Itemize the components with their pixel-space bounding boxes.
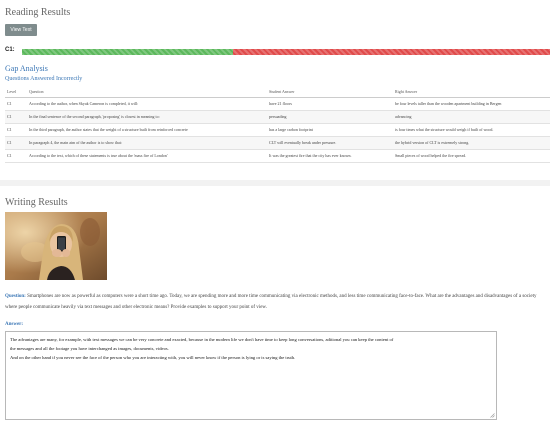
cell-student-answer: has a large carbon footprint xyxy=(267,123,393,137)
header-right-answer: Right Answer xyxy=(393,87,550,98)
cell-right-answer: advancing xyxy=(393,110,550,124)
cell-right-answer: the hybrid version of CLT is extremely s… xyxy=(393,136,550,150)
cell-question: In the third paragraph, the author state… xyxy=(27,123,267,137)
cell-level: C1 xyxy=(5,123,27,137)
reading-results-panel: Reading Results View Text C1: Gap Analys… xyxy=(0,0,550,180)
cell-student-answer: It was the greatest fire that the city h… xyxy=(267,149,393,163)
table-row: C1 According to the text, which of these… xyxy=(5,149,550,163)
cell-question: In paragraph 4, the main aim of the auth… xyxy=(27,136,267,150)
incorrect-questions-table: Level Question Student Answer Right Answ… xyxy=(5,87,550,163)
cell-right-answer: Small pieces of wood helped the fire spr… xyxy=(393,149,550,163)
woman-with-smartphone-image xyxy=(5,212,107,280)
writing-question: Question: Smartphones are now as powerfu… xyxy=(5,291,545,313)
question-photo xyxy=(5,212,107,280)
writing-results-panel: Writing Results Question: Smartphones ar… xyxy=(0,186,550,430)
cell-student-answer: persuading xyxy=(267,110,393,124)
reading-results-title: Reading Results xyxy=(5,7,71,18)
table-row: C1 In paragraph 4, the main aim of the a… xyxy=(5,136,550,150)
question-label: Question: xyxy=(5,294,26,299)
cell-right-answer: is four times what the structure would w… xyxy=(393,123,550,137)
cell-level: C1 xyxy=(5,136,27,150)
header-student-answer: Student Answer xyxy=(267,87,393,98)
level-label: C1: xyxy=(5,47,15,53)
writing-results-title: Writing Results xyxy=(5,197,68,208)
view-text-button[interactable]: View Text xyxy=(5,24,37,36)
header-question: Question xyxy=(27,87,267,98)
level-progress-bar xyxy=(22,49,550,55)
question-text: Smartphones are now as powerful as compu… xyxy=(5,294,537,310)
answer-line: the messages and all the footage you hav… xyxy=(10,346,169,351)
header-level: Level xyxy=(5,87,27,98)
cell-student-answer: have 21 floors xyxy=(267,97,393,111)
answer-textarea[interactable]: The advantages are many, for example, wi… xyxy=(5,331,497,420)
gap-analysis-subtitle: Questions Answered Incorrectly xyxy=(5,76,83,82)
table-row: C1 In the final sentence of the second p… xyxy=(5,110,550,124)
cell-right-answer: be four levels taller than the wooden ap… xyxy=(393,97,550,111)
answer-label: Answer: xyxy=(5,322,24,327)
table-row: C1 According to the author, when Skyak C… xyxy=(5,97,550,111)
cell-question: In the final sentence of the second para… xyxy=(27,110,267,124)
table-row: C1 In the third paragraph, the author st… xyxy=(5,123,550,137)
gap-analysis-title: Gap Analysis xyxy=(5,64,48,73)
cell-question: According to the author, when Skyak Came… xyxy=(27,97,267,111)
answer-line: The advantages are many, for example, wi… xyxy=(10,337,394,342)
cell-level: C1 xyxy=(5,110,27,124)
cell-question: According to the text, which of these st… xyxy=(27,149,267,163)
cell-level: C1 xyxy=(5,149,27,163)
answer-line: And on the other hand if you never see t… xyxy=(10,355,296,360)
table-header-row: Level Question Student Answer Right Answ… xyxy=(5,87,550,98)
resize-handle-icon[interactable] xyxy=(490,413,495,418)
cell-student-answer: CLT will eventually break under pressure… xyxy=(267,136,393,150)
cell-level: C1 xyxy=(5,97,27,111)
progress-stripes xyxy=(22,49,550,55)
